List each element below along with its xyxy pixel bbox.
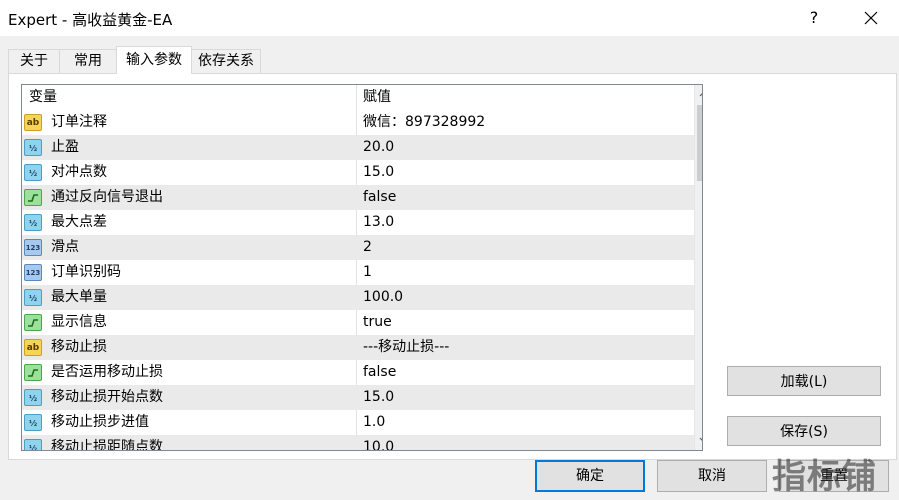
table-row[interactable]: ½ 移动止损步进值 1.0 bbox=[22, 410, 694, 435]
close-icon bbox=[864, 11, 878, 25]
bool-icon bbox=[24, 364, 42, 381]
tab-about[interactable]: 关于 bbox=[8, 49, 60, 73]
double-icon: ½ bbox=[24, 139, 42, 156]
table-row[interactable]: ½ 移动止损距随点数 10.0 bbox=[22, 435, 694, 451]
row-value-field[interactable]: true bbox=[363, 310, 392, 335]
row-value-field[interactable]: 1.0 bbox=[363, 410, 385, 435]
row-value-field[interactable]: false bbox=[363, 185, 396, 210]
row-variable-name: 通过反向信号退出 bbox=[51, 189, 163, 205]
watermark: 指标铺 bbox=[772, 457, 877, 497]
table-row[interactable]: ½ 移动止损开始点数 15.0 bbox=[22, 385, 694, 410]
table-row[interactable]: 123 订单识别码 1 bbox=[22, 260, 694, 285]
scroll-down-button[interactable] bbox=[695, 432, 702, 449]
row-value-field[interactable]: 15.0 bbox=[363, 385, 394, 410]
help-button[interactable]: ? bbox=[800, 4, 828, 32]
row-variable-name: 最大单量 bbox=[51, 289, 107, 305]
tab-inputs[interactable]: 输入参数 bbox=[116, 46, 192, 74]
row-value-field[interactable]: ---移动止损--- bbox=[363, 335, 449, 360]
row-variable-name: 订单注释 bbox=[51, 114, 107, 130]
integer-icon: 123 bbox=[24, 264, 42, 281]
double-icon: ½ bbox=[24, 439, 42, 450]
dialog-body: 关于 常用 输入参数 依存关系 变量 赋值 ab 订单注释 微信：897328992… bbox=[0, 36, 899, 500]
load-button[interactable]: 加载(L) bbox=[727, 366, 881, 396]
row-value-field[interactable]: 15.0 bbox=[363, 160, 394, 185]
row-value-field[interactable]: false bbox=[363, 360, 396, 385]
vertical-scrollbar[interactable] bbox=[694, 85, 702, 450]
table-row[interactable]: 是否运用移动止损 false bbox=[22, 360, 694, 385]
column-header-variable[interactable]: 变量 bbox=[29, 85, 57, 110]
ok-button[interactable]: 确定 bbox=[535, 460, 645, 492]
tab-dependencies[interactable]: 依存关系 bbox=[191, 49, 261, 73]
chevron-up-icon bbox=[699, 93, 702, 97]
column-header-value[interactable]: 赋值 bbox=[363, 85, 391, 110]
table-row[interactable]: 显示信息 true bbox=[22, 310, 694, 335]
table-row[interactable]: ½ 最大单量 100.0 bbox=[22, 285, 694, 310]
row-value-field[interactable]: 10.0 bbox=[363, 435, 394, 450]
inputs-panel: 变量 赋值 ab 订单注释 微信：897328992 ½ 止盈 20.0 ½ 对冲点数 15.0… bbox=[8, 73, 897, 460]
row-variable-name: 最大点差 bbox=[51, 214, 107, 230]
row-variable-name: 滑点 bbox=[51, 239, 79, 255]
row-variable-name: 移动止损步进值 bbox=[51, 414, 149, 430]
table-row[interactable]: 通过反向信号退出 false bbox=[22, 185, 694, 210]
table-row[interactable]: 123 滑点 2 bbox=[22, 235, 694, 260]
double-icon: ½ bbox=[24, 414, 42, 431]
table-row[interactable]: ab 移动止损 ---移动止损--- bbox=[22, 335, 694, 360]
row-variable-name: 止盈 bbox=[51, 139, 79, 155]
title-bar: Expert - 高收益黄金-EA ? bbox=[0, 0, 899, 36]
string-icon: ab bbox=[24, 339, 42, 356]
save-button[interactable]: 保存(S) bbox=[727, 416, 881, 446]
double-icon: ½ bbox=[24, 389, 42, 406]
scroll-up-button[interactable] bbox=[695, 86, 702, 103]
table-row[interactable]: ½ 对冲点数 15.0 bbox=[22, 160, 694, 185]
bool-icon bbox=[24, 314, 42, 331]
table-row[interactable]: ½ 最大点差 13.0 bbox=[22, 210, 694, 235]
row-variable-name: 移动止损距随点数 bbox=[51, 439, 163, 451]
row-variable-name: 显示信息 bbox=[51, 314, 107, 330]
double-icon: ½ bbox=[24, 289, 42, 306]
row-value-field[interactable]: 20.0 bbox=[363, 135, 394, 160]
double-icon: ½ bbox=[24, 214, 42, 231]
double-icon: ½ bbox=[24, 164, 42, 181]
tab-common[interactable]: 常用 bbox=[59, 49, 117, 73]
row-value-field[interactable]: 1 bbox=[363, 260, 372, 285]
scroll-thumb[interactable] bbox=[697, 105, 702, 181]
chevron-down-icon bbox=[699, 437, 702, 441]
grid-header: 变量 赋值 bbox=[22, 85, 694, 110]
table-row[interactable]: ab 订单注释 微信：897328992 bbox=[22, 110, 694, 135]
close-button[interactable] bbox=[855, 4, 887, 32]
row-variable-name: 移动止损开始点数 bbox=[51, 389, 163, 405]
string-icon: ab bbox=[24, 114, 42, 131]
grid-rows: ab 订单注释 微信：897328992 ½ 止盈 20.0 ½ 对冲点数 15.0 通过反向信号… bbox=[22, 110, 694, 451]
row-value-field[interactable]: 微信：897328992 bbox=[363, 110, 485, 135]
row-variable-name: 对冲点数 bbox=[51, 164, 107, 180]
window-title: Expert - 高收益黄金-EA bbox=[8, 11, 173, 29]
row-variable-name: 是否运用移动止损 bbox=[51, 364, 163, 380]
cancel-button[interactable]: 取消 bbox=[657, 460, 767, 492]
parameters-grid[interactable]: 变量 赋值 ab 订单注释 微信：897328992 ½ 止盈 20.0 ½ 对冲点数 15.0… bbox=[21, 84, 703, 451]
row-value-field[interactable]: 2 bbox=[363, 235, 372, 260]
row-value-field[interactable]: 100.0 bbox=[363, 285, 403, 310]
row-variable-name: 移动止损 bbox=[51, 339, 107, 355]
integer-icon: 123 bbox=[24, 239, 42, 256]
bool-icon bbox=[24, 189, 42, 206]
row-value-field[interactable]: 13.0 bbox=[363, 210, 394, 235]
row-variable-name: 订单识别码 bbox=[51, 264, 121, 280]
table-row[interactable]: ½ 止盈 20.0 bbox=[22, 135, 694, 160]
